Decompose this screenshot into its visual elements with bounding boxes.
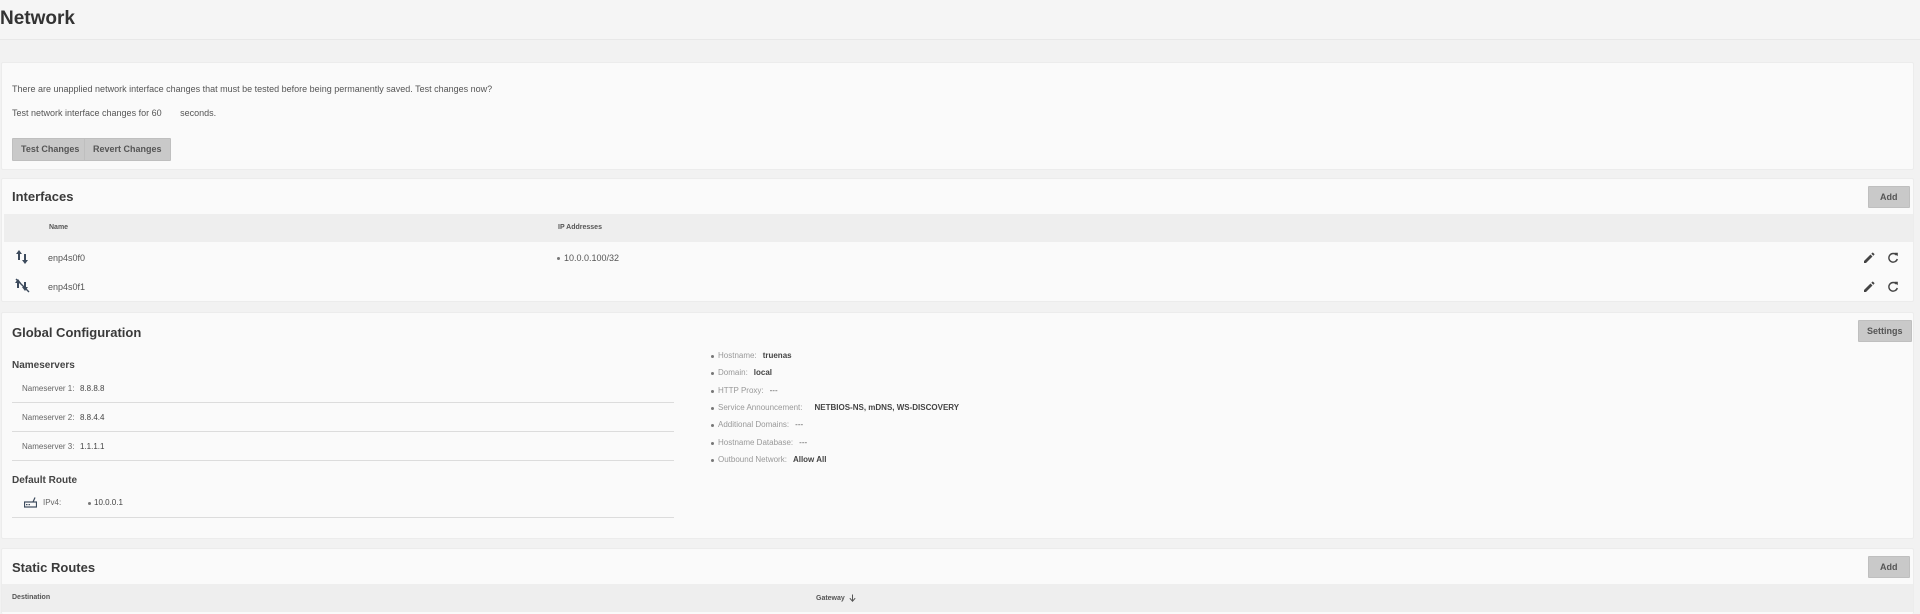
interface-ip: 10.0.0.100/32 bbox=[564, 253, 620, 263]
global-configuration-card: Global Configuration Settings Nameserver… bbox=[1, 312, 1914, 539]
nameserver-label: Nameserver 1: bbox=[22, 384, 75, 393]
info-hostname: Hostname: truenas bbox=[718, 351, 792, 360]
nameservers-title: Nameservers bbox=[12, 360, 75, 371]
page-title: Network bbox=[0, 8, 75, 29]
ip-bullet bbox=[557, 257, 560, 260]
global-configuration-title: Global Configuration bbox=[12, 325, 142, 340]
test-changes-button[interactable]: Test Changes bbox=[12, 138, 89, 161]
interface-name: enp4s0f0 bbox=[48, 253, 86, 263]
refresh-icon[interactable] bbox=[1887, 281, 1899, 293]
interface-name: enp4s0f1 bbox=[48, 282, 86, 292]
column-gateway-label: Gateway bbox=[816, 594, 845, 602]
info-key: Additional Domains: bbox=[718, 420, 790, 429]
column-destination[interactable]: Destination bbox=[12, 594, 50, 601]
default-route-title: Default Route bbox=[12, 475, 77, 486]
static-routes-title: Static Routes bbox=[12, 560, 96, 575]
info-bullet bbox=[711, 442, 714, 445]
info-value: --- bbox=[795, 420, 804, 429]
nameserver-value: 8.8.4.4 bbox=[80, 413, 105, 422]
info-value: local bbox=[753, 368, 773, 377]
default-route-label: IPv4: bbox=[43, 498, 62, 507]
info-hostname-database: Hostname Database: --- bbox=[718, 438, 807, 447]
static-routes-card: Static Routes Add Destination Gateway bbox=[1, 548, 1914, 614]
add-static-route-button[interactable]: Add bbox=[1868, 556, 1910, 578]
info-key: Service Announcement: bbox=[718, 403, 803, 412]
test-duration-line: Test network interface changes for 60 se… bbox=[12, 108, 216, 118]
interfaces-table-header: Name IP Addresses bbox=[4, 214, 1913, 242]
edit-icon[interactable] bbox=[1863, 281, 1875, 293]
info-value: truenas bbox=[762, 351, 792, 360]
info-outbound-network: Outbound Network: Allow All bbox=[718, 455, 826, 464]
interfaces-card: Interfaces Add Name IP Addresses enp4s0f… bbox=[1, 178, 1914, 302]
nameserver-value: 1.1.1.1 bbox=[80, 442, 105, 451]
divider bbox=[12, 460, 674, 461]
nameserver-label: Nameserver 3: bbox=[22, 442, 75, 451]
info-http-proxy: HTTP Proxy: --- bbox=[718, 386, 778, 395]
table-row: enp4s0f0 10.0.0.100/32 bbox=[2, 243, 1913, 273]
divider bbox=[12, 517, 674, 518]
divider bbox=[12, 431, 674, 432]
info-value: NETBIOS-NS, mDNS, WS-DISCOVERY bbox=[814, 403, 960, 412]
static-routes-table-header: Destination Gateway bbox=[2, 584, 1913, 612]
router-icon bbox=[24, 497, 37, 508]
column-ip-addresses[interactable]: IP Addresses bbox=[558, 224, 602, 231]
info-bullet bbox=[711, 407, 714, 410]
link-down-icon bbox=[15, 278, 30, 293]
refresh-icon[interactable] bbox=[1887, 252, 1899, 264]
link-up-icon bbox=[16, 250, 28, 264]
pending-message: There are unapplied network interface ch… bbox=[12, 84, 493, 94]
nameserver-value: 8.8.8.8 bbox=[80, 384, 105, 393]
info-service-announcement: Service Announcement: NETBIOS-NS, mDNS, W… bbox=[718, 403, 959, 412]
interfaces-title: Interfaces bbox=[12, 189, 74, 204]
column-name[interactable]: Name bbox=[49, 224, 68, 231]
info-key: Hostname: bbox=[718, 351, 757, 360]
default-route-value: 10.0.0.1 bbox=[94, 498, 123, 507]
settings-button[interactable]: Settings bbox=[1858, 320, 1912, 342]
info-key: Outbound Network: bbox=[718, 455, 787, 464]
info-bullet bbox=[711, 390, 714, 393]
add-interface-button[interactable]: Add bbox=[1868, 186, 1910, 208]
nameserver-label: Nameserver 2: bbox=[22, 413, 75, 422]
test-duration-prefix: Test network interface changes for bbox=[12, 108, 150, 118]
test-duration-seconds[interactable]: 60 bbox=[152, 108, 178, 118]
info-bullet bbox=[711, 424, 714, 427]
info-key: Domain: bbox=[718, 368, 748, 377]
divider bbox=[12, 402, 674, 403]
info-value: --- bbox=[769, 386, 778, 395]
info-bullet bbox=[711, 459, 714, 462]
test-duration-suffix: seconds. bbox=[180, 108, 217, 118]
edit-icon[interactable] bbox=[1863, 252, 1875, 264]
pending-changes-card: There are unapplied network interface ch… bbox=[1, 62, 1914, 170]
info-key: Hostname Database: bbox=[718, 438, 794, 447]
route-bullet bbox=[88, 502, 91, 505]
info-additional-domains: Additional Domains: --- bbox=[718, 420, 803, 429]
info-value: --- bbox=[799, 438, 808, 447]
info-domain: Domain: local bbox=[718, 368, 772, 377]
info-key: HTTP Proxy: bbox=[718, 386, 764, 395]
page-header: Network bbox=[0, 0, 1920, 40]
column-gateway[interactable]: Gateway bbox=[816, 594, 856, 602]
info-value: Allow All bbox=[792, 455, 827, 464]
info-bullet bbox=[711, 355, 714, 358]
info-bullet bbox=[711, 372, 714, 375]
table-row: enp4s0f1 bbox=[2, 273, 1913, 301]
revert-changes-button[interactable]: Revert Changes bbox=[84, 138, 171, 161]
sort-arrow-down-icon bbox=[849, 594, 856, 602]
